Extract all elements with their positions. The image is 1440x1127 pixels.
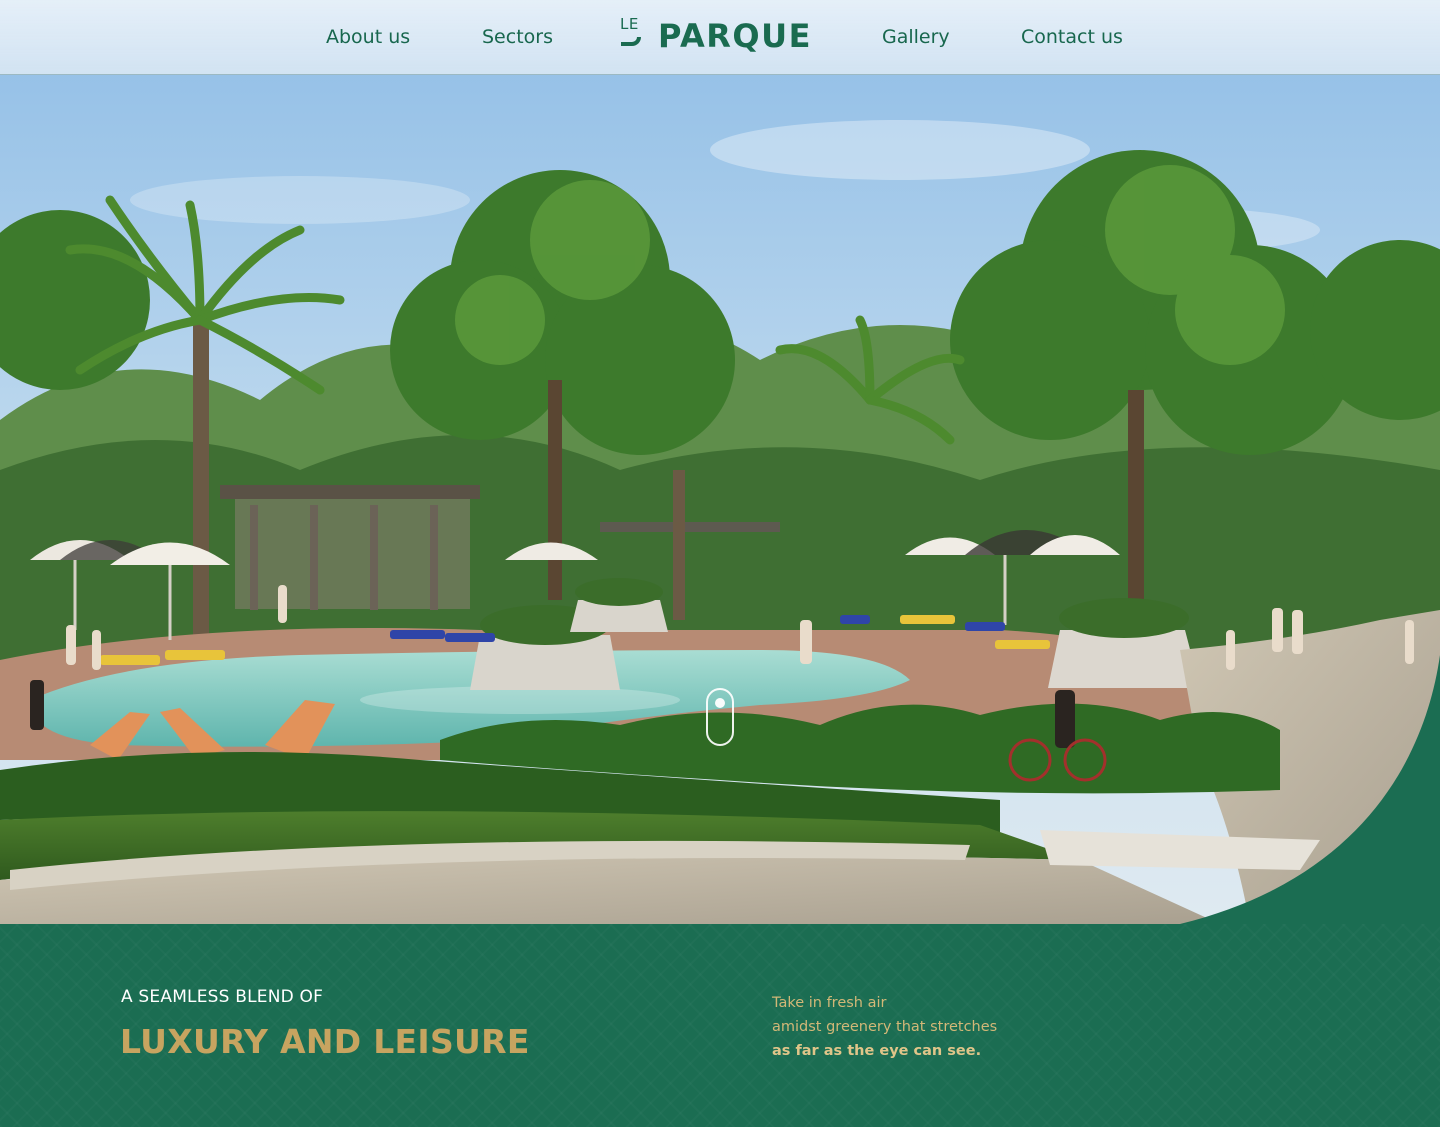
intro-headline: LUXURY AND LEISURE xyxy=(120,1022,530,1061)
intro-section: A SEAMLESS BLEND OF LUXURY AND LEISURE T… xyxy=(0,924,1440,1127)
nav-sectors[interactable]: Sectors xyxy=(482,0,553,75)
tagline-line-2: amidst greenery that stretches xyxy=(772,1019,998,1035)
logo-mark: LE xyxy=(620,15,646,54)
intro-tagline: Take in fresh air amidst greenery that s… xyxy=(772,991,997,1063)
tagline-line-1: Take in fresh air xyxy=(772,995,887,1011)
site-logo[interactable]: LE PARQUE xyxy=(620,16,812,58)
scroll-dot xyxy=(715,698,725,708)
intro-eyebrow: A SEAMLESS BLEND OF xyxy=(121,987,324,1007)
nav-contact-us[interactable]: Contact us xyxy=(1021,0,1123,75)
logo-le-text: LE xyxy=(620,15,639,33)
hero-section: About us Sectors LE PARQUE Gallery Conta… xyxy=(0,0,1440,924)
scroll-mouse-icon[interactable] xyxy=(706,688,734,746)
tagline-line-3: as far as the eye can see. xyxy=(772,1043,982,1059)
logo-swoosh-icon xyxy=(621,37,641,46)
hero-image xyxy=(0,0,1440,924)
nav-gallery[interactable]: Gallery xyxy=(882,0,950,75)
site-header: About us Sectors LE PARQUE Gallery Conta… xyxy=(0,0,1440,75)
nav-about-us[interactable]: About us xyxy=(326,0,410,75)
logo-wordmark: PARQUE xyxy=(658,17,812,55)
